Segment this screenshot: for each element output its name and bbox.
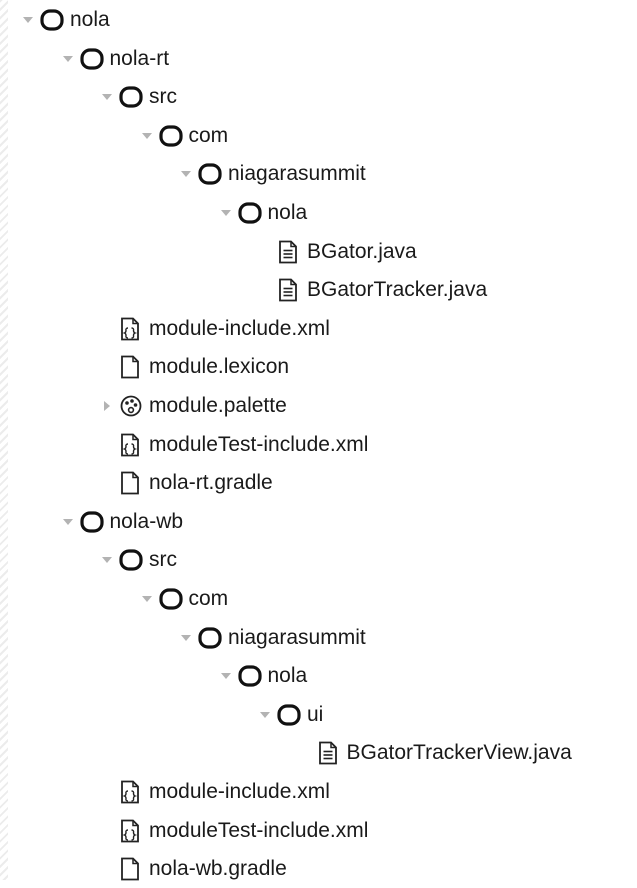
folder-icon [40,8,68,32]
toggle-spacer [95,857,119,881]
expand-toggle-icon[interactable] [95,548,119,572]
xml-file-icon [119,433,147,457]
tree-row[interactable]: com [135,580,229,618]
tree-row[interactable]: BGatorTrackerView.java [293,734,572,772]
tree-item-label: moduleTest-include.xml [149,432,369,456]
tree-item-label: moduleTest-include.xml [149,818,369,842]
file-icon [119,857,147,881]
tree-item-label: com [188,587,229,610]
file-tree: nola nola-rt src com niagarasummit nola BGator… [0,0,637,881]
folder-icon [237,201,266,225]
tree-row[interactable]: nola [16,1,110,39]
toggle-spacer [95,471,119,495]
tree-item-label: BGator.java [307,239,417,263]
file-icon [119,355,147,379]
xml-file-icon [119,819,147,843]
tree-row[interactable]: moduleTest-include.xml [95,812,368,850]
file-icon [119,471,147,495]
tree-item-label: BGatorTracker.java [307,278,488,302]
toggle-spacer [95,780,119,804]
tree-item-label: nola [267,201,308,224]
tree-item-label: BGatorTrackerView.java [346,741,572,765]
toggle-spacer [253,240,277,264]
expand-toggle-icon[interactable] [174,626,198,650]
tree-item-label: nola-wb.gradle [149,857,287,881]
expand-toggle-icon[interactable] [16,8,40,32]
palette-icon [119,394,147,418]
tree-row[interactable]: niagarasummit [174,155,366,193]
tree-row[interactable]: nola-wb [56,503,184,541]
toggle-spacer [293,741,317,765]
tree-item-label: src [149,85,177,109]
tree-row[interactable]: nola-wb.gradle [95,850,287,888]
tree-row[interactable]: module.palette [95,387,287,425]
xml-file-icon [119,780,147,804]
folder-icon [158,124,187,148]
tree-item-label: niagarasummit [228,162,366,186]
tree-row[interactable]: moduleTest-include.xml [95,426,368,464]
expand-toggle-icon[interactable] [253,703,277,727]
folder-icon [198,626,226,650]
tree-row[interactable]: module.lexicon [95,348,289,386]
tree-row[interactable]: BGatorTracker.java [253,271,487,309]
tree-row[interactable]: src [95,78,177,116]
expand-toggle-icon[interactable] [135,587,159,611]
tree-item-label: module-include.xml [149,316,330,340]
tree-row[interactable]: niagarasummit [174,619,366,657]
java-file-icon [317,741,345,765]
tree-item-label: src [149,548,177,572]
tree-row[interactable]: module-include.xml [95,310,330,348]
tree-left-edge [0,0,8,880]
toggle-spacer [95,819,119,843]
xml-file-icon [119,317,147,341]
tree-item-label: nola-rt.gradle [149,471,273,495]
folder-icon [198,162,226,186]
expand-toggle-icon[interactable] [214,664,238,688]
expand-toggle-icon[interactable] [214,201,238,225]
folder-icon [119,548,147,572]
tree-item-label: module.lexicon [149,355,290,379]
collapse-toggle-icon[interactable] [95,394,119,418]
java-file-icon [277,240,305,264]
tree-row[interactable]: ui [253,696,323,734]
tree-item-label: niagarasummit [228,625,366,649]
tree-row[interactable]: nola [214,194,308,232]
expand-toggle-icon[interactable] [135,124,159,148]
folder-icon [277,703,305,727]
folder-icon [119,85,147,109]
folder-icon [158,587,187,611]
expand-toggle-icon[interactable] [56,510,80,534]
expand-toggle-icon[interactable] [56,47,80,71]
java-file-icon [277,278,305,302]
expand-toggle-icon[interactable] [174,162,198,186]
folder-icon [79,47,108,71]
tree-row[interactable]: BGator.java [253,233,417,271]
tree-item-label: nola [267,664,308,688]
toggle-spacer [95,355,119,379]
tree-item-label: nola-wb [109,509,184,533]
tree-item-label: nola [70,8,110,31]
tree-row[interactable]: nola-rt [56,40,170,78]
tree-item-label: module-include.xml [149,780,330,803]
tree-row[interactable]: module-include.xml [95,773,330,811]
tree-item-label: ui [307,702,324,726]
tree-row[interactable]: com [135,117,229,155]
toggle-spacer [253,278,277,302]
folder-icon [79,510,108,534]
toggle-spacer [95,317,119,341]
expand-toggle-icon[interactable] [95,85,119,109]
tree-item-label: com [188,123,229,147]
tree-row[interactable]: nola [214,657,308,695]
toggle-spacer [95,433,119,457]
tree-row[interactable]: nola-rt.gradle [95,464,273,502]
tree-item-label: nola-rt [109,46,170,70]
folder-icon [237,664,266,688]
tree-row[interactable]: src [95,541,177,579]
tree-item-label: module.palette [149,394,287,417]
